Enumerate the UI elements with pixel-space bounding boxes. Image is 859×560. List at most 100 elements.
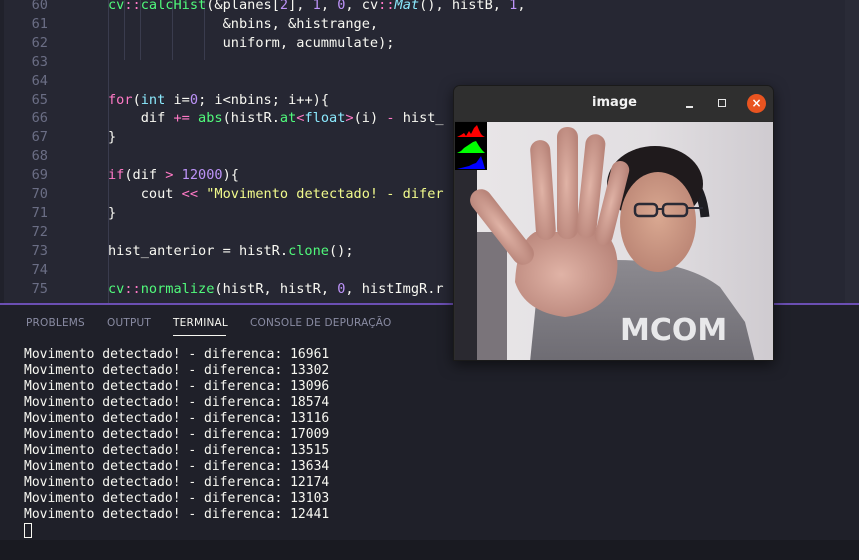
line-number: 60 — [31, 0, 48, 13]
code-token: i= — [165, 91, 190, 108]
terminal-line: Movimento detectado! - diferenca: 12174 — [24, 475, 330, 490]
code-token: cv — [108, 0, 125, 13]
code-token: += — [173, 110, 190, 127]
code-token: , — [320, 0, 338, 13]
code-text: cv::normalize(histR, histR, 0, histImgR.… — [108, 280, 444, 298]
code-token: hist_ — [394, 110, 444, 127]
terminal-line: Movimento detectado! - diferenca: 13103 — [24, 491, 330, 506]
line-number: 70 — [31, 186, 48, 202]
line-number: 67 — [31, 129, 48, 146]
code-token: calcHist — [140, 0, 207, 13]
shirt-print: MCOM — [620, 313, 727, 348]
shelf — [477, 232, 507, 360]
code-token: 0 — [189, 91, 199, 108]
terminal-line: Movimento detectado! - diferenca: 12441 — [24, 507, 330, 522]
code-token: :: — [124, 280, 141, 297]
face — [620, 172, 696, 272]
terminal-line: Movimento detectado! - diferenca: 13634 — [24, 459, 330, 474]
histogram-overlay — [455, 122, 487, 170]
tab-debug-console[interactable]: CONSOLE DE DEPURAÇÃO — [250, 317, 391, 329]
status-bar — [0, 540, 859, 560]
code-token: } — [108, 129, 117, 146]
code-token: , — [517, 0, 526, 13]
code-token: (histR. — [222, 110, 280, 127]
code-token: &nbins, &histrange, — [108, 15, 379, 32]
window-titlebar[interactable]: image × — [454, 86, 773, 121]
code-text: uniform, acummulate); — [108, 34, 395, 52]
code-line[interactable]: 61 &nbins, &histrange, — [0, 15, 859, 33]
maximize-button[interactable] — [713, 94, 732, 113]
code-token: clone — [288, 242, 329, 259]
webcam-image: MCOM — [455, 122, 773, 360]
code-token: cv — [108, 280, 125, 297]
code-text: } — [108, 204, 116, 222]
code-token: << — [181, 186, 199, 202]
terminal-line: Movimento detectado! - diferenca: 16961 — [24, 347, 330, 362]
tab-problems[interactable]: PROBLEMS — [26, 317, 85, 329]
camera-frame: MCOM — [455, 122, 773, 360]
terminal-line: Movimento detectado! - diferenca: 13515 — [24, 443, 330, 458]
line-number: 65 — [31, 91, 48, 108]
tab-terminal[interactable]: TERMINAL — [173, 317, 228, 329]
terminal-line: Movimento detectado! - diferenca: 13096 — [24, 379, 330, 394]
code-token: , cv — [345, 0, 379, 13]
code-token: float — [304, 110, 346, 127]
code-text: &nbins, &histrange, — [108, 15, 379, 33]
active-tab-indicator — [173, 335, 226, 336]
line-number: 66 — [31, 110, 48, 127]
line-number: 71 — [31, 204, 48, 221]
tab-output[interactable]: OUTPUT — [107, 317, 151, 329]
line-number: 68 — [31, 148, 48, 165]
code-text: cout << "Movimento detectado! - difer — [108, 185, 444, 203]
image-window[interactable]: image × MCOM — [453, 85, 774, 361]
code-token: (i) — [353, 110, 387, 127]
code-token: for — [108, 91, 133, 108]
code-text: dif += abs(histR.at<float>(i) - hist_ — [108, 109, 444, 127]
line-number: 74 — [31, 261, 48, 278]
code-token: (); — [328, 242, 354, 259]
line-number: 61 — [31, 15, 48, 32]
code-token: uniform, acummulate); — [108, 34, 395, 51]
code-token: - — [386, 110, 395, 127]
code-token: Mat — [394, 0, 420, 13]
editor-scrollbar[interactable] — [845, 0, 859, 303]
code-token: if — [108, 167, 125, 184]
line-number: 64 — [31, 72, 48, 89]
code-token: (dif — [124, 167, 166, 184]
maximize-icon — [718, 99, 726, 107]
close-button[interactable]: × — [747, 94, 766, 113]
code-token: :: — [124, 0, 141, 13]
code-token: "Movimento detectado! - difer — [206, 186, 444, 202]
code-text: } — [108, 128, 116, 146]
code-token: (), histB, — [419, 0, 510, 13]
code-token: > — [345, 110, 354, 127]
line-number: 72 — [31, 223, 48, 240]
code-token: hist_anterior = histR. — [108, 242, 289, 259]
line-number: 73 — [31, 242, 48, 259]
terminal-line: Movimento detectado! - diferenca: 13302 — [24, 363, 330, 378]
code-token: ){ — [222, 167, 239, 184]
code-token: cout — [108, 186, 182, 202]
terminal-cursor — [24, 523, 32, 538]
terminal-line: Movimento detectado! - diferenca: 13116 — [24, 411, 330, 426]
line-number: 75 — [31, 280, 48, 297]
code-token: ], — [288, 0, 313, 13]
code-token: abs — [198, 110, 223, 127]
code-line[interactable]: 60 cv::calcHist(&planes[2], 1, 0, cv::Mat… — [0, 0, 859, 14]
minimize-button[interactable] — [680, 94, 699, 113]
close-icon: × — [751, 96, 762, 110]
code-token: ( — [132, 91, 141, 108]
code-token: dif — [108, 110, 174, 127]
code-token: :: — [378, 0, 395, 13]
code-line[interactable]: 62 uniform, acummulate); — [0, 34, 859, 52]
terminal-output[interactable]: Movimento detectado! - diferenca: 16961 … — [24, 347, 444, 538]
terminal-line: Movimento detectado! - diferenca: 17009 — [24, 427, 330, 442]
code-token: , histImgR.r — [345, 280, 444, 297]
code-token: (histR, histR, — [214, 280, 338, 297]
code-token: } — [108, 204, 117, 221]
code-token: 12000 — [181, 167, 223, 184]
code-line[interactable]: 63 — [0, 53, 859, 71]
